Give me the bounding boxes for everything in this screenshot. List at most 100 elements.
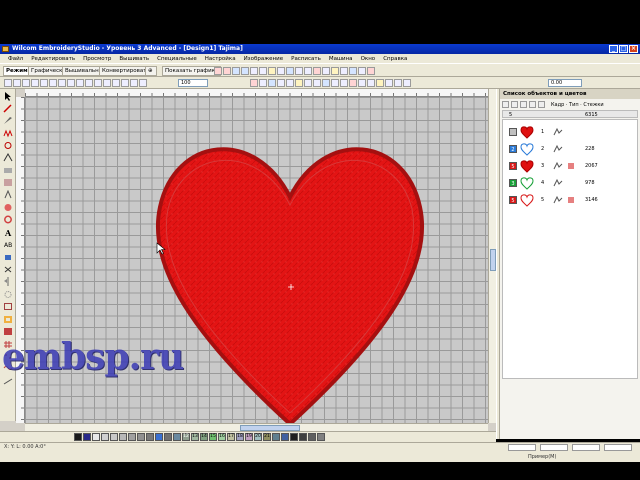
paste-icon[interactable] <box>58 79 66 87</box>
grid-icon[interactable] <box>121 79 129 87</box>
color-swatch[interactable]: 3 <box>509 179 517 187</box>
fill-icon[interactable] <box>232 67 240 75</box>
palette-color-swatch[interactable]: 15 <box>209 433 217 441</box>
open-icon[interactable] <box>13 79 21 87</box>
ring-tool-icon[interactable] <box>3 215 13 224</box>
redo-icon[interactable] <box>76 79 84 87</box>
tool-icon[interactable] <box>349 79 357 87</box>
input-b-icon[interactable] <box>3 153 13 162</box>
tool-icon[interactable] <box>394 79 402 87</box>
tool-icon[interactable] <box>295 79 303 87</box>
effect-icon[interactable] <box>358 67 366 75</box>
object-row[interactable]: 5 5 3146 <box>503 192 637 208</box>
palette-color-swatch[interactable] <box>92 433 100 441</box>
mirror-icon[interactable] <box>3 277 13 286</box>
undo-icon[interactable] <box>67 79 75 87</box>
knife-icon[interactable] <box>3 116 13 125</box>
panel-tool-icon[interactable] <box>502 101 509 108</box>
palette-color-swatch[interactable] <box>164 433 172 441</box>
minimize-button[interactable]: _ <box>609 45 618 53</box>
effect-icon[interactable] <box>340 67 348 75</box>
object-row[interactable]: 3 4 978 <box>503 175 637 191</box>
tool-icon[interactable] <box>358 79 366 87</box>
hoop-icon[interactable] <box>130 79 138 87</box>
palette-color-swatch[interactable]: 20 <box>254 433 262 441</box>
palette-color-swatch[interactable] <box>299 433 307 441</box>
palette-color-swatch[interactable] <box>155 433 163 441</box>
zoom-field[interactable]: 100 <box>178 79 208 87</box>
palette-color-swatch[interactable] <box>317 433 325 441</box>
column-icon[interactable] <box>3 190 13 199</box>
menu-window[interactable]: Окно <box>361 56 376 62</box>
cut-icon[interactable] <box>40 79 48 87</box>
palette-color-swatch[interactable] <box>83 433 91 441</box>
zoom-in-icon[interactable] <box>85 79 93 87</box>
panel-tool-icon[interactable] <box>529 101 536 108</box>
palette-color-swatch[interactable] <box>308 433 316 441</box>
object-row[interactable]: 5 3 2067 <box>503 158 637 174</box>
close-button[interactable]: × <box>629 45 638 53</box>
panel-view-tabs[interactable]: Кадр · Тип · Стежки <box>551 102 604 108</box>
blackwork-icon[interactable] <box>3 253 13 262</box>
menu-arrange[interactable]: Расписать <box>291 56 321 62</box>
effect-icon[interactable] <box>349 67 357 75</box>
run-stitch-icon[interactable] <box>3 129 13 138</box>
effect-icon[interactable] <box>304 67 312 75</box>
palette-color-swatch[interactable] <box>173 433 181 441</box>
print-icon[interactable] <box>31 79 39 87</box>
wreath-icon[interactable] <box>3 290 13 299</box>
palette-color-swatch[interactable] <box>119 433 127 441</box>
panel-tool-icon[interactable] <box>520 101 527 108</box>
measure-icon[interactable] <box>139 79 147 87</box>
panel-tool-icon[interactable] <box>511 101 518 108</box>
pattern-icon[interactable] <box>268 67 276 75</box>
color-swatch[interactable]: 5 <box>509 162 517 170</box>
palette-color-swatch[interactable] <box>146 433 154 441</box>
zoom-box-icon[interactable] <box>103 79 111 87</box>
menu-machine[interactable]: Машина <box>329 56 353 62</box>
circle-tool-icon[interactable] <box>3 203 13 212</box>
lettering-icon[interactable]: A <box>3 228 13 237</box>
satin-tool-icon[interactable] <box>3 166 13 175</box>
tool-icon[interactable] <box>250 79 258 87</box>
palette-color-swatch[interactable] <box>290 433 298 441</box>
menu-view[interactable]: Просмотр <box>83 56 111 62</box>
menu-stitch[interactable]: Вышивать <box>119 56 149 62</box>
show-graphics-button[interactable]: Показать графику <box>162 66 222 76</box>
maximize-button[interactable]: □ <box>619 45 628 53</box>
tool-icon[interactable] <box>340 79 348 87</box>
fill-tool-icon[interactable] <box>3 178 13 187</box>
save-icon[interactable] <box>22 79 30 87</box>
tool-icon[interactable] <box>376 79 384 87</box>
menu-edit[interactable]: Редактировать <box>31 56 75 62</box>
applique-icon[interactable] <box>3 265 13 274</box>
globe-icon[interactable]: ⊕ <box>145 66 157 76</box>
effect-icon[interactable] <box>286 67 294 75</box>
menu-settings[interactable]: Настройка <box>205 56 236 62</box>
effect-icon[interactable] <box>331 67 339 75</box>
palette-color-swatch[interactable] <box>137 433 145 441</box>
zoom-out-icon[interactable] <box>94 79 102 87</box>
menu-special[interactable]: Специальные <box>157 56 197 62</box>
stitch-type-icon[interactable] <box>223 67 231 75</box>
effect-icon[interactable] <box>295 67 303 75</box>
stitch-type-icon[interactable] <box>214 67 222 75</box>
palette-color-swatch[interactable] <box>101 433 109 441</box>
width-field[interactable] <box>508 444 536 451</box>
palette-color-swatch[interactable] <box>272 433 280 441</box>
tool-icon[interactable] <box>286 79 294 87</box>
scale-field[interactable] <box>572 444 600 451</box>
palette-color-swatch[interactable]: 12 <box>182 433 190 441</box>
trace-icon[interactable] <box>3 377 13 386</box>
palette-color-swatch[interactable]: 19 <box>245 433 253 441</box>
palette-color-swatch[interactable] <box>74 433 82 441</box>
hole-icon[interactable] <box>3 315 13 324</box>
menu-picture[interactable]: Изображение <box>244 56 284 62</box>
palette-color-swatch[interactable]: 14 <box>200 433 208 441</box>
menu-help[interactable]: Справка <box>383 56 407 62</box>
select-arrow-icon[interactable] <box>3 92 13 101</box>
mode-button[interactable]: Режим <box>3 66 31 76</box>
tool-icon[interactable] <box>259 79 267 87</box>
tool-icon[interactable] <box>304 79 312 87</box>
tool-icon[interactable] <box>322 79 330 87</box>
